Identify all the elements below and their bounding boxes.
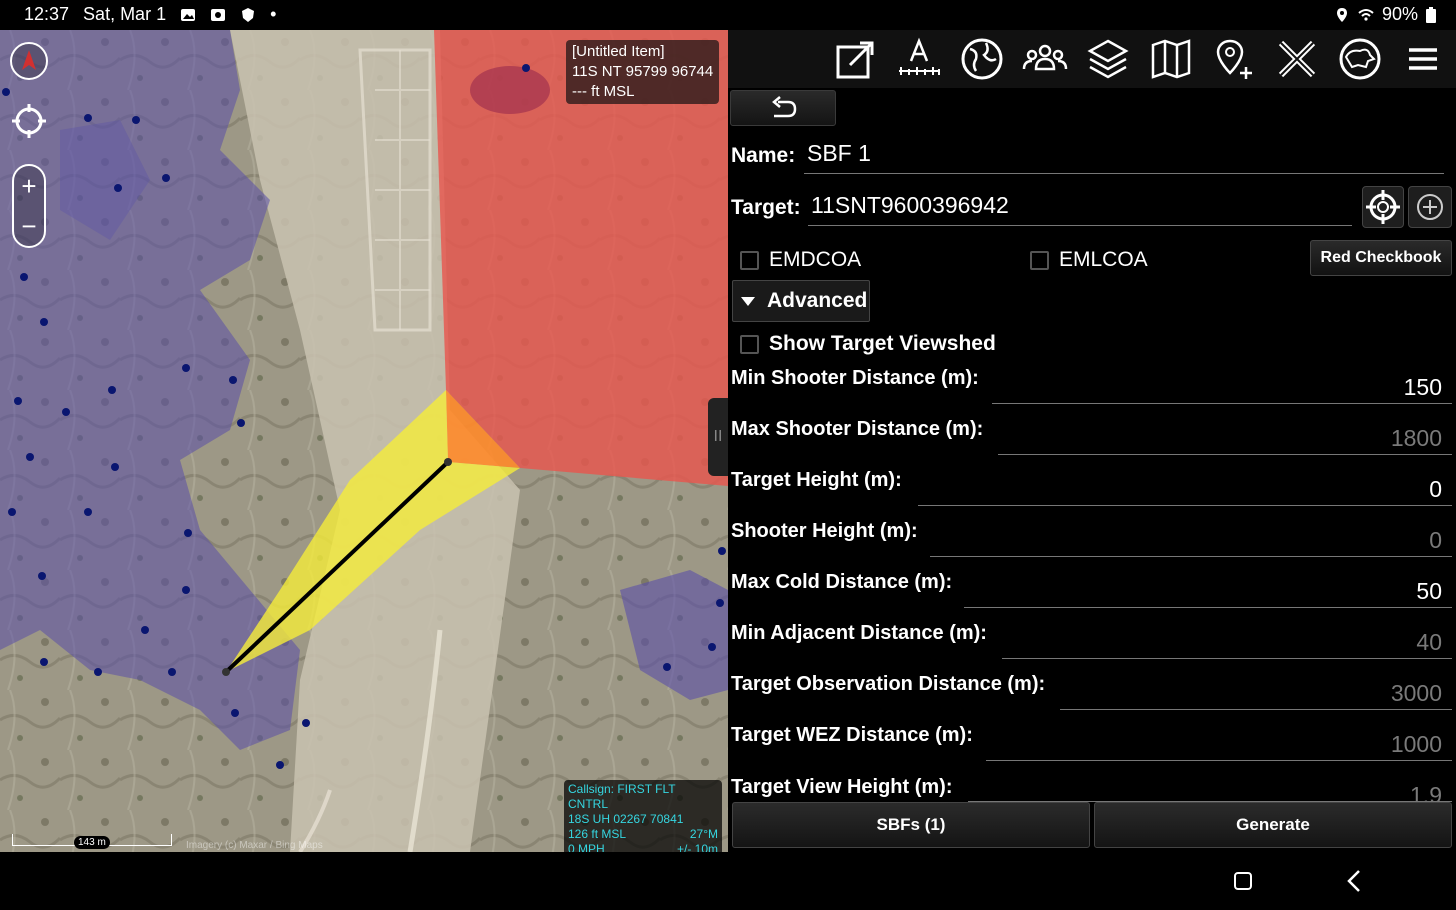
info-altitude: --- ft MSL xyxy=(572,83,635,100)
battery-icon xyxy=(1426,6,1436,23)
layers-icon[interactable] xyxy=(1083,34,1133,84)
caret-down-icon xyxy=(741,296,755,306)
shield-icon xyxy=(242,7,255,22)
home-icon[interactable] xyxy=(1234,872,1252,890)
param-label: Target View Height (m): xyxy=(731,776,953,798)
export-icon[interactable] xyxy=(831,34,881,84)
param-label: Min Adjacent Distance (m): xyxy=(731,622,987,644)
target-height-input[interactable]: 0 xyxy=(918,476,1452,506)
team-icon[interactable] xyxy=(1020,34,1070,84)
show-viewshed-label: Show Target Viewshed xyxy=(769,332,996,355)
battery-percent: 90% xyxy=(1381,4,1418,24)
undo-arrow-icon xyxy=(772,96,797,118)
target-label: Target: xyxy=(731,196,801,219)
plus-circle-icon xyxy=(1417,194,1443,220)
map-icon[interactable] xyxy=(1146,34,1196,84)
param-label: Shooter Height (m): xyxy=(731,520,918,542)
name-field[interactable]: SBF 1 xyxy=(804,140,1444,174)
emlcoa-label: EMLCOA xyxy=(1059,248,1148,271)
camera-icon xyxy=(211,8,226,21)
map-info-box[interactable]: [Untitled Item] 11S NT 95799 96744 --- f… xyxy=(566,40,720,104)
scale-label: 143 m xyxy=(74,836,110,849)
panel-drag-handle[interactable]: II xyxy=(708,398,728,476)
map-attribution: Imagery (c) Maxar / Bing Maps xyxy=(186,840,323,851)
sbfs-button[interactable]: SBFs (1) xyxy=(732,802,1090,848)
crosshair-icon xyxy=(12,104,46,138)
min-adjacent-distance-input[interactable]: 40 xyxy=(1002,629,1452,659)
add-target-button[interactable] xyxy=(1408,186,1452,228)
zoom-in-button[interactable]: + xyxy=(14,166,44,206)
system-nav-bar xyxy=(0,852,1456,910)
target-observation-distance-input[interactable]: 3000 xyxy=(1060,680,1452,710)
emdcoa-checkbox[interactable]: EMDCOA xyxy=(740,248,861,272)
show-viewshed-checkbox[interactable]: Show Target Viewshed xyxy=(740,332,996,356)
self-marker-info[interactable]: Callsign: FIRST FLT CNTRL 18S UH 02267 7… xyxy=(564,780,722,852)
satellite-imagery xyxy=(0,30,728,852)
status-time: 12:37 xyxy=(24,4,70,24)
target-view-height-input[interactable]: 1.9 xyxy=(968,782,1452,802)
location-icon xyxy=(1336,7,1347,22)
gallery-icon xyxy=(181,8,196,21)
max-shooter-distance-input[interactable]: 1800 xyxy=(998,425,1452,455)
red-checkbook-button[interactable]: Red Checkbook xyxy=(1310,240,1452,276)
self-heading: 27°M xyxy=(689,827,718,841)
measure-icon[interactable] xyxy=(894,34,944,84)
max-cold-distance-input[interactable]: 50 xyxy=(964,578,1452,608)
back-chevron-icon[interactable] xyxy=(1344,868,1364,894)
checkbox-box xyxy=(740,250,759,270)
target-wez-distance-input[interactable]: 1000 xyxy=(986,731,1452,761)
locate-button[interactable] xyxy=(10,102,48,140)
callsign-line: Callsign: FIRST FLT CNTRL xyxy=(568,782,676,811)
zoom-control: + − xyxy=(12,164,46,248)
globe-icon[interactable] xyxy=(957,34,1007,84)
checkbox-box xyxy=(1030,250,1049,270)
sbf-panel: Name: SBF 1 Target: 11SNT9600396942 EMDC… xyxy=(728,30,1456,852)
param-label: Min Shooter Distance (m): xyxy=(731,367,979,389)
generate-button[interactable]: Generate xyxy=(1094,802,1452,848)
self-coords: 18S UH 02267 70841 xyxy=(568,812,684,826)
back-button[interactable] xyxy=(730,90,836,126)
target-crosshair-icon xyxy=(1366,190,1400,224)
self-altitude: 126 ft MSL xyxy=(568,827,627,841)
emdcoa-label: EMDCOA xyxy=(769,248,862,271)
param-label: Max Shooter Distance (m): xyxy=(731,418,984,440)
compass-icon xyxy=(22,50,36,70)
min-shooter-distance-input[interactable]: 150 xyxy=(992,374,1452,404)
param-label: Target Observation Distance (m): xyxy=(731,673,1046,695)
status-bar: 12:37 Sat, Mar 1 • 90% xyxy=(0,0,1456,30)
advanced-label: Advanced xyxy=(767,289,868,312)
select-target-button[interactable] xyxy=(1362,186,1404,228)
status-date: Sat, Mar 1 xyxy=(83,4,167,24)
info-coords: 11S NT 95799 96744 xyxy=(572,63,714,80)
top-toolbar xyxy=(728,30,1456,88)
checkbox-box xyxy=(740,334,759,354)
info-title: [Untitled Item] xyxy=(572,43,665,60)
tools-icon[interactable] xyxy=(1272,34,1322,84)
plugin-icon[interactable] xyxy=(1335,34,1385,84)
status-dot: • xyxy=(270,4,277,24)
map-view[interactable]: + − [Untitled Item] 11S NT 95799 96744 -… xyxy=(0,30,728,852)
zoom-out-button[interactable]: − xyxy=(14,206,44,246)
param-label: Target WEZ Distance (m): xyxy=(731,724,973,746)
name-label: Name: xyxy=(731,144,796,167)
add-marker-icon[interactable] xyxy=(1209,34,1259,84)
menu-icon[interactable] xyxy=(1398,34,1448,84)
self-speed: 0 MPH xyxy=(568,842,605,852)
emlcoa-checkbox[interactable]: EMLCOA xyxy=(1030,248,1148,272)
self-accuracy: +/- 10m xyxy=(676,842,718,852)
advanced-toggle[interactable]: Advanced xyxy=(732,280,870,322)
wifi-icon xyxy=(1358,8,1374,21)
compass-button[interactable] xyxy=(10,42,48,80)
param-label: Max Cold Distance (m): xyxy=(731,571,953,593)
target-field[interactable]: 11SNT9600396942 xyxy=(808,192,1352,226)
shooter-height-input[interactable]: 0 xyxy=(930,527,1452,557)
param-label: Target Height (m): xyxy=(731,469,902,491)
